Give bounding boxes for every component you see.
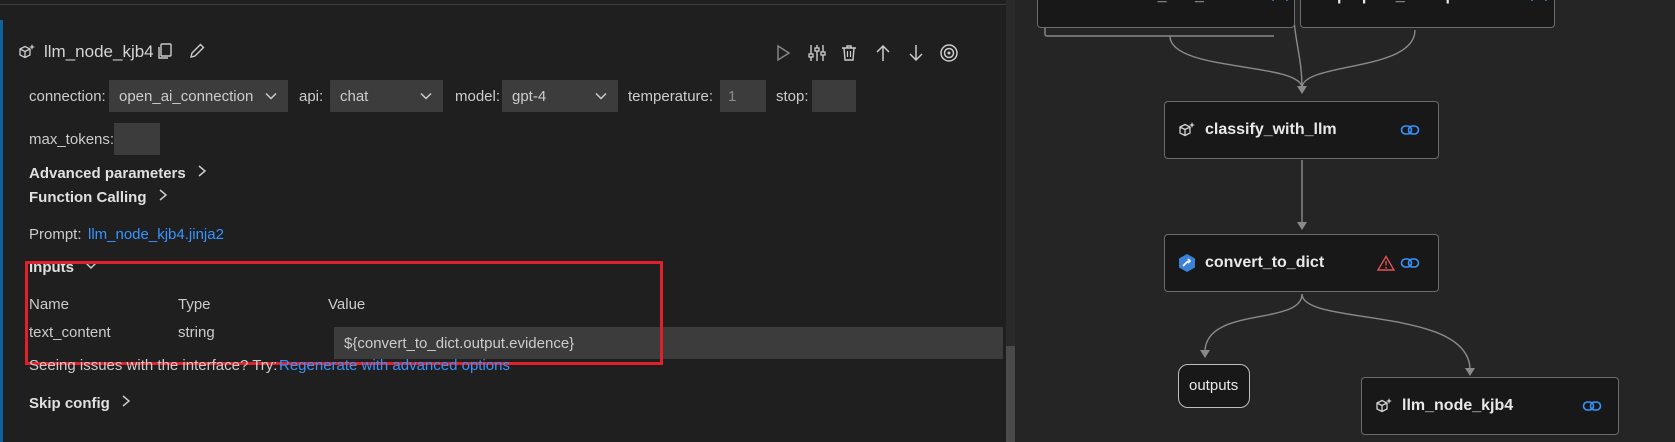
graph-node-outputs[interactable]: outputs bbox=[1178, 364, 1250, 408]
node-title: llm_node_kjb4 bbox=[44, 42, 154, 61]
api-select[interactable]: chat bbox=[330, 80, 443, 112]
chevron-right-icon bbox=[196, 164, 208, 182]
tune-sliders-icon[interactable] bbox=[806, 42, 828, 64]
api-label: api: bbox=[299, 88, 324, 105]
target-icon[interactable] bbox=[938, 42, 960, 64]
graph-node-prepare[interactable]: prepare_examples bbox=[1300, 0, 1555, 28]
link-icon[interactable] bbox=[1530, 0, 1548, 6]
arrowhead bbox=[1297, 86, 1307, 94]
edge-underline bbox=[1044, 28, 1274, 37]
llm-sparkle-icon bbox=[17, 42, 37, 62]
edge-summarize-classify bbox=[1169, 35, 1303, 89]
connection-select[interactable]: open_ai_connection bbox=[109, 80, 288, 112]
python-icon bbox=[1313, 0, 1327, 6]
graph-node-outputs-label: outputs bbox=[1189, 377, 1239, 394]
edge-convert-outputs bbox=[1204, 293, 1303, 353]
warning-icon bbox=[1376, 255, 1396, 275]
stop-input[interactable] bbox=[812, 80, 856, 112]
move-up-arrow-icon[interactable] bbox=[872, 42, 894, 64]
tool-hexagon-icon bbox=[1177, 253, 1197, 277]
chevron-down-icon bbox=[419, 89, 433, 107]
node-editor-panel: llm_node_kjb4 connection: open_ai_connec… bbox=[0, 0, 1015, 442]
graph-node-summarize-label: summarize_text_content bbox=[1074, 0, 1262, 5]
vertical-scrollbar[interactable] bbox=[1006, 0, 1015, 442]
link-icon[interactable] bbox=[1400, 255, 1420, 275]
graph-node-convert-label: convert_to_dict bbox=[1205, 254, 1325, 271]
advanced-parameters-label: Advanced parameters bbox=[29, 164, 186, 182]
graph-node-llm-label: llm_node_kjb4 bbox=[1402, 397, 1514, 414]
chevron-down-icon bbox=[594, 89, 608, 107]
selection-accent-bar bbox=[0, 20, 3, 442]
link-icon[interactable] bbox=[1582, 398, 1602, 418]
prompt-label: Prompt: bbox=[29, 226, 82, 243]
connection-label: connection: bbox=[29, 88, 106, 105]
link-icon[interactable] bbox=[1400, 122, 1420, 142]
skip-config-label: Skip config bbox=[29, 394, 110, 412]
edge-prepare-classify bbox=[1301, 29, 1416, 89]
divider bbox=[0, 4, 1015, 5]
graph-node-prepare-label: prepare_examples bbox=[1337, 0, 1478, 5]
link-icon[interactable] bbox=[1271, 0, 1289, 6]
arrowhead bbox=[1200, 350, 1210, 358]
run-icon[interactable] bbox=[772, 42, 794, 64]
max-tokens-input[interactable] bbox=[114, 123, 160, 155]
model-value: gpt-4 bbox=[512, 87, 547, 105]
scrollbar-thumb[interactable] bbox=[1006, 346, 1015, 442]
edge-summarize-classify-2 bbox=[1293, 20, 1303, 89]
arrowhead bbox=[1465, 368, 1475, 376]
graph-node-summarize[interactable]: summarize_text_content bbox=[1037, 0, 1295, 28]
graph-node-convert[interactable]: convert_to_dict bbox=[1164, 234, 1439, 292]
delete-trash-icon[interactable] bbox=[838, 42, 860, 64]
chevron-right-icon bbox=[157, 188, 169, 206]
edit-pencil-icon[interactable] bbox=[186, 40, 208, 62]
stop-label: stop: bbox=[776, 88, 809, 105]
api-value: chat bbox=[340, 87, 369, 105]
edge-convert-llm bbox=[1301, 293, 1471, 371]
copy-icon[interactable] bbox=[154, 40, 176, 62]
graph-edges bbox=[1044, 20, 1475, 376]
max-tokens-label: max_tokens: bbox=[29, 131, 115, 148]
llm-sparkle-icon bbox=[1177, 120, 1197, 144]
chevron-down-icon bbox=[264, 89, 278, 107]
graph-node-llm[interactable]: llm_node_kjb4 bbox=[1361, 377, 1619, 435]
temperature-label: temperature: bbox=[628, 88, 714, 105]
model-select[interactable]: gpt-4 bbox=[502, 80, 618, 112]
llm-sparkle-icon bbox=[1374, 396, 1394, 420]
move-down-arrow-icon[interactable] bbox=[905, 42, 927, 64]
model-label: model: bbox=[455, 88, 501, 105]
connection-value: open_ai_connection bbox=[119, 87, 254, 105]
chevron-right-icon bbox=[120, 394, 132, 412]
function-calling-label: Function Calling bbox=[29, 188, 147, 206]
arrowhead bbox=[1297, 222, 1307, 230]
skip-config-toggle[interactable]: Skip config bbox=[29, 394, 132, 412]
graph-node-classify-label: classify_with_llm bbox=[1205, 121, 1337, 138]
advanced-parameters-toggle[interactable]: Advanced parameters bbox=[29, 164, 208, 182]
highlight-box bbox=[25, 261, 663, 365]
graph-node-classify[interactable]: classify_with_llm bbox=[1164, 101, 1439, 159]
prompt-file-link[interactable]: llm_node_kjb4.jinja2 bbox=[88, 226, 224, 243]
function-calling-toggle[interactable]: Function Calling bbox=[29, 188, 169, 206]
flow-graph-canvas[interactable]: summarize_text_content prepare_examples … bbox=[1015, 0, 1675, 442]
regenerate-link[interactable]: Regenerate with advanced options bbox=[279, 357, 510, 374]
issues-text: Seeing issues with the interface? Try: bbox=[29, 357, 278, 374]
temperature-input[interactable]: 1 bbox=[720, 80, 766, 112]
